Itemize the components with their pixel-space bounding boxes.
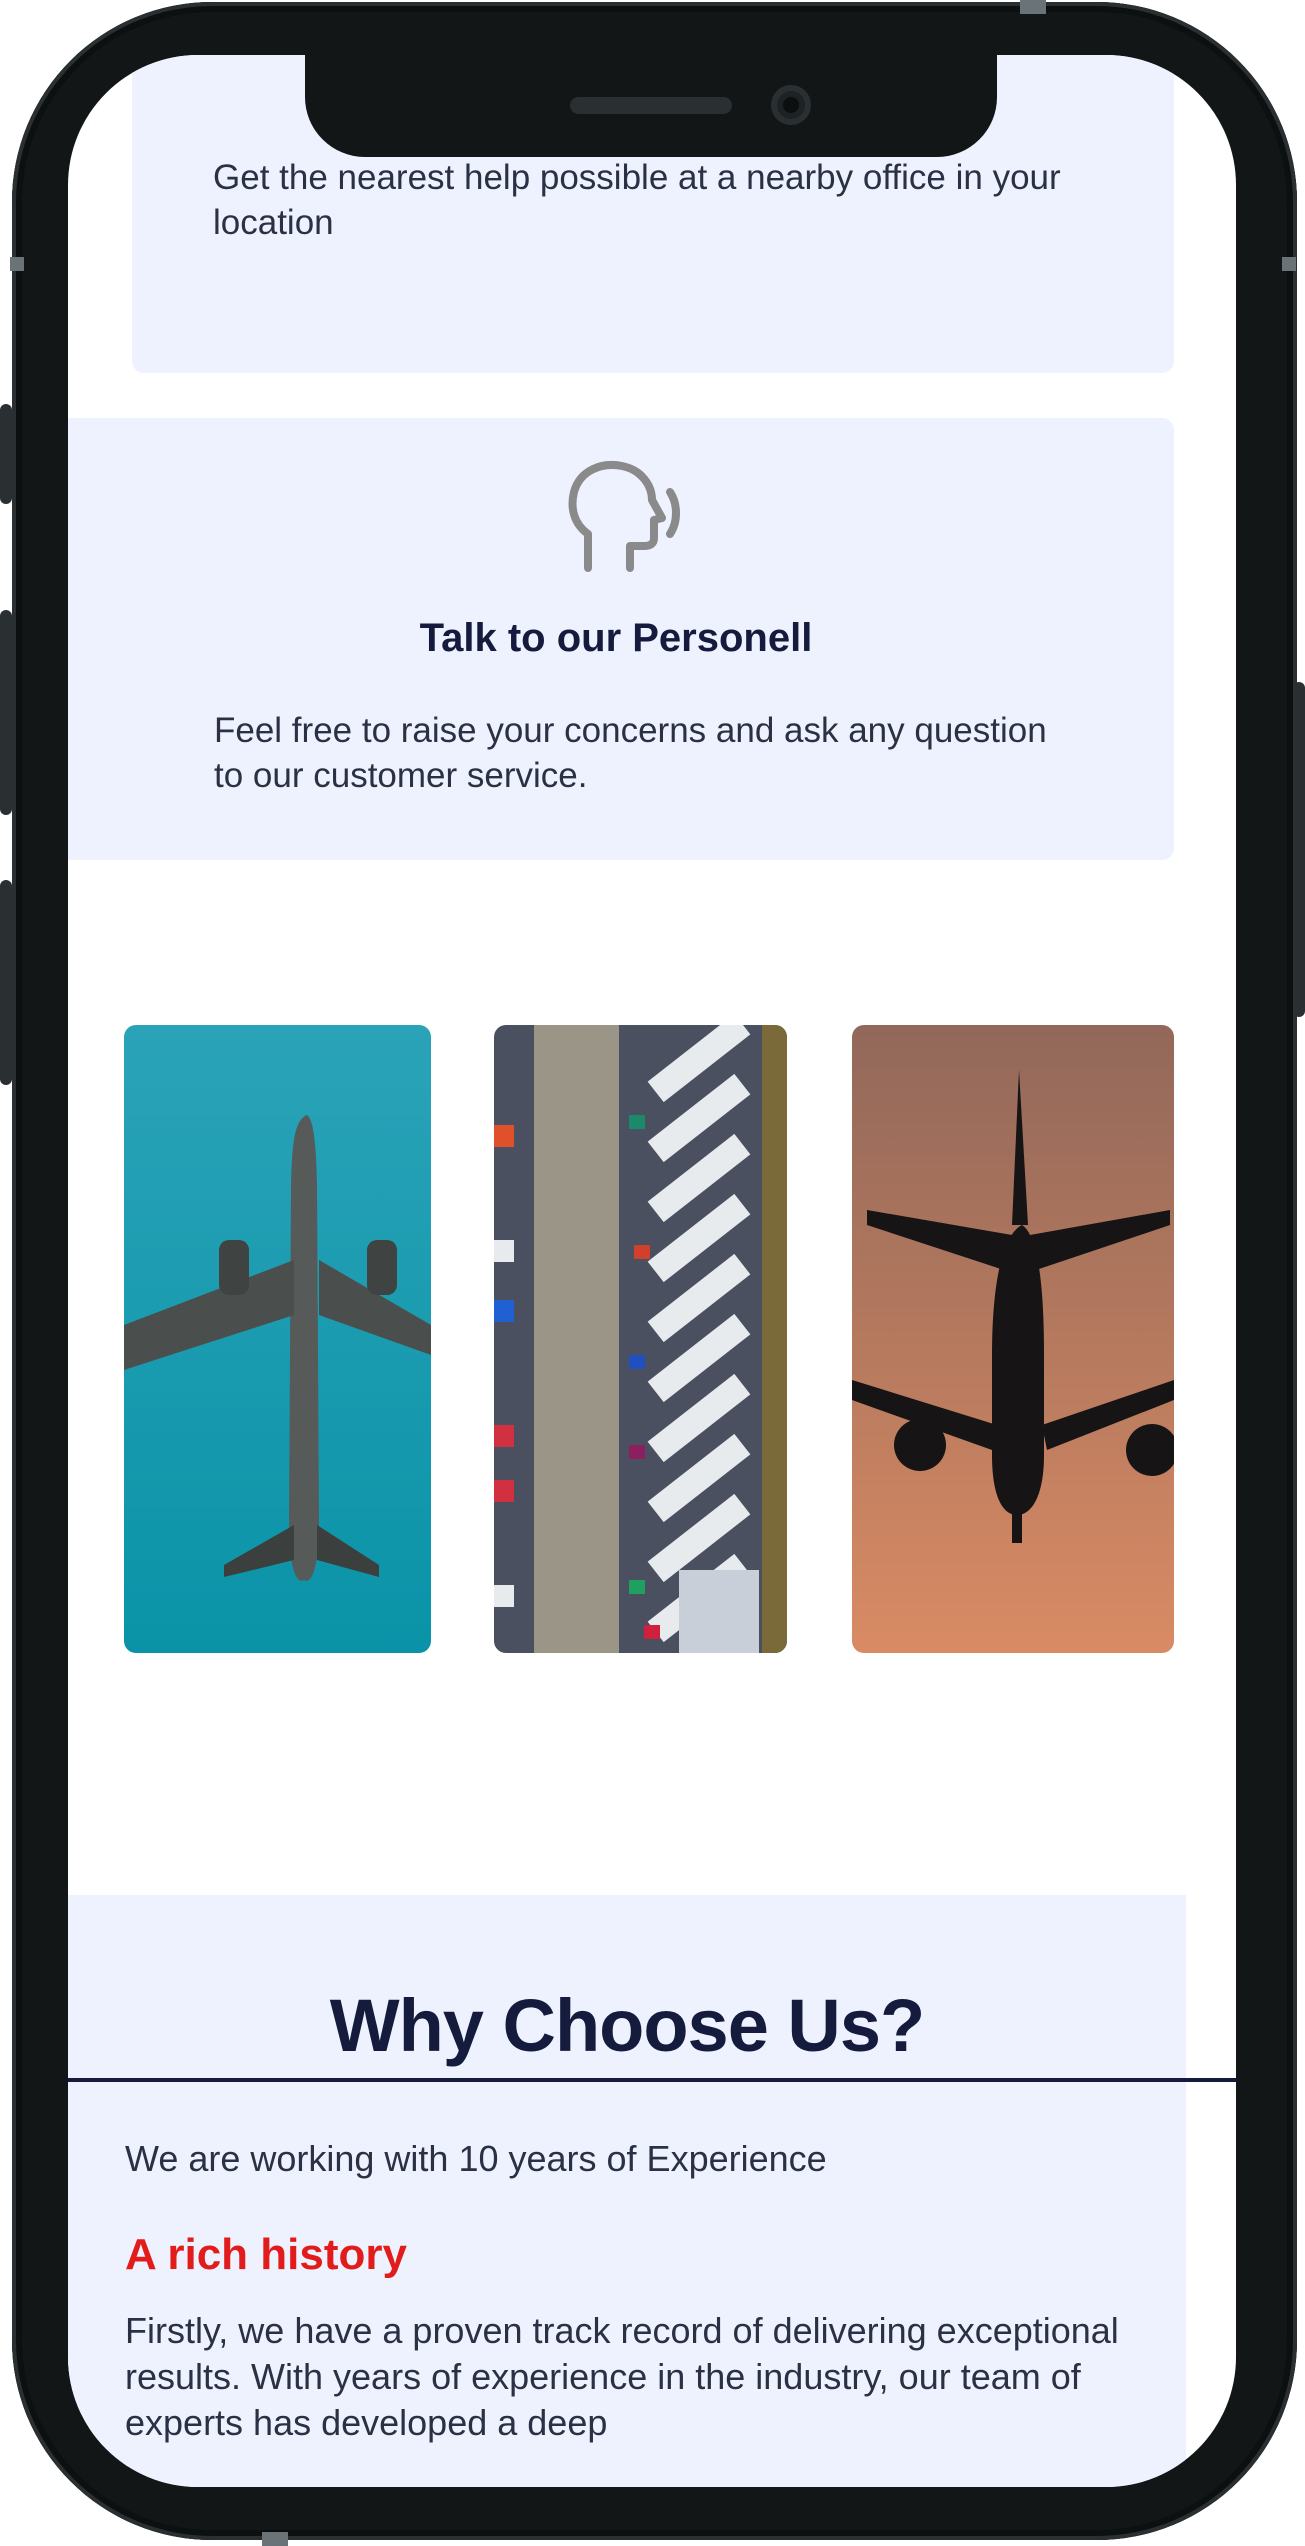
- talk-personnel-card[interactable]: Talk to our Personell Feel free to raise…: [68, 418, 1174, 860]
- power-button: [1293, 682, 1305, 1017]
- speaking-head-icon: [568, 461, 680, 572]
- airplane-at-sunset-image: [852, 1025, 1174, 1653]
- frame-marker: [1282, 257, 1296, 271]
- speaker-grille: [570, 97, 732, 114]
- volume-up-button: [0, 610, 12, 815]
- section-paragraph: Firstly, we have a proven track record o…: [125, 2310, 1119, 2443]
- volume-down-button: [0, 880, 12, 1085]
- frame-marker: [262, 2532, 288, 2546]
- section-heading: A rich history: [125, 2230, 407, 2279]
- section-title: Why Choose Us?: [329, 1984, 925, 2067]
- frame-marker: [1020, 0, 1046, 14]
- section-subtitle: We are working with 10 years of Experien…: [125, 2138, 827, 2179]
- mute-switch: [0, 404, 12, 504]
- section-divider: [68, 2078, 1236, 2082]
- truck-parking-aerial-image: [494, 1025, 787, 1653]
- card-text: Get the nearest help possible at a nearb…: [213, 158, 1061, 242]
- card-title: Talk to our Personell: [419, 616, 813, 660]
- card-text: Feel free to raise your concerns and ask…: [214, 711, 1047, 795]
- phone-screen: Find Nearest Office Get the nearest help…: [68, 55, 1236, 2487]
- frame-marker: [10, 257, 24, 271]
- front-camera: [771, 85, 811, 125]
- airplane-from-below-image: [124, 1025, 431, 1653]
- phone-notch: [305, 55, 997, 157]
